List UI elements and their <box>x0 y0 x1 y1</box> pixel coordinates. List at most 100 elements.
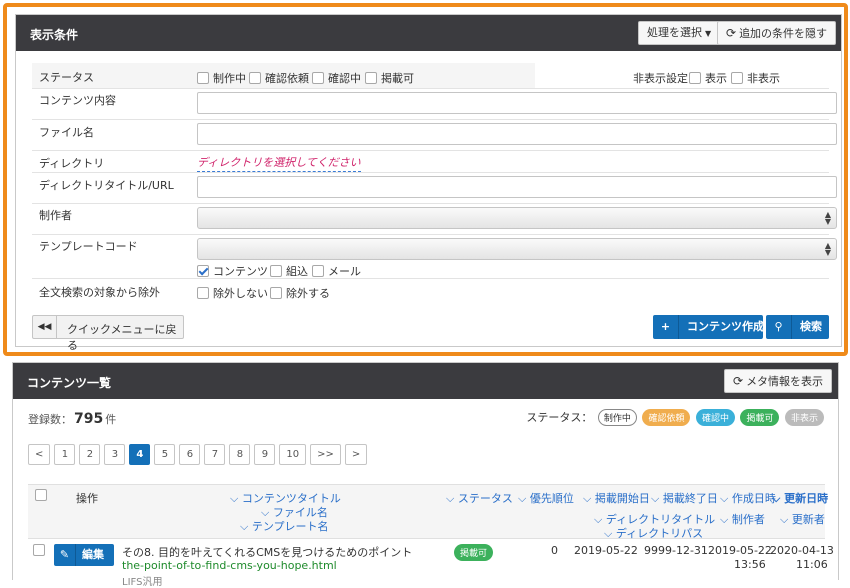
page-4-current[interactable]: 4 <box>129 444 151 465</box>
col-pub-end-sort[interactable]: ⌵ 掲載終了日 <box>651 490 718 506</box>
author-row: 制作者 ▲ ▼ <box>32 204 837 235</box>
checkbox[interactable] <box>312 265 324 277</box>
row-checkbox[interactable] <box>33 544 45 556</box>
row-created-time: 13:56 <box>734 558 766 571</box>
page-10[interactable]: 10 <box>279 444 307 465</box>
status-pill-producing: 制作中 <box>597 409 637 426</box>
status-pill-publishable: 掲載可 <box>740 409 780 426</box>
row-updated-date: 2020-04-13 <box>770 544 834 557</box>
status-pill-reviewing: 確認中 <box>695 409 735 426</box>
process-select-button[interactable]: 処理を選択 ▼ <box>638 21 721 45</box>
count-label: 登録数： <box>28 413 72 426</box>
page-7[interactable]: 7 <box>204 444 226 465</box>
checkbox[interactable] <box>270 265 282 277</box>
status-option-review-request[interactable]: 確認依頼 <box>249 70 309 86</box>
pencil-icon: ✎ <box>54 544 76 566</box>
edit-label: 編集 <box>82 548 104 561</box>
checkbox[interactable] <box>689 72 701 84</box>
directory-select-link[interactable]: ディレクトリを選択してください <box>197 154 361 172</box>
plus-icon: + <box>653 315 679 339</box>
row-created-date: 2019-05-22 <box>708 544 772 557</box>
row-title[interactable]: その8. 目的を叶えてくれるCMSを見つけるためのポイント <box>122 544 412 560</box>
content-row: コンテンツ内容 <box>32 89 837 120</box>
directory-title-input[interactable] <box>197 176 837 198</box>
template-option-embed[interactable]: 組込 <box>270 263 308 279</box>
search-panel-title: 表示条件 <box>30 28 79 42</box>
template-select[interactable]: ▲ ▼ <box>197 238 837 260</box>
col-updater-sort[interactable]: ⌵ 更新者 <box>780 511 825 527</box>
file-input[interactable] <box>197 123 837 145</box>
file-label: ファイル名 <box>39 126 94 139</box>
back-button-label: クイックメニューに戻る <box>67 323 177 352</box>
hidden-option-hide[interactable]: 非表示 <box>731 70 780 86</box>
caret-down-icon: ▼ <box>705 29 712 38</box>
page-5[interactable]: 5 <box>154 444 176 465</box>
template-option-mail[interactable]: メール <box>312 263 361 279</box>
count-value: 795 <box>74 411 104 427</box>
table-row: ✎ 編集 その8. 目的を叶えてくれるCMSを見つけるためのポイント the-po… <box>28 540 834 588</box>
back-to-quickmenu-button[interactable]: ◀◀ クイックメニューに戻る <box>32 315 184 352</box>
row-pub-start: 2019-05-22 <box>574 544 638 557</box>
directory-row: ディレクトリ ディレクトリを選択してください <box>32 151 829 173</box>
col-author-sort[interactable]: ⌵ 制作者 <box>720 511 765 527</box>
edit-button[interactable]: ✎ 編集 <box>54 544 114 566</box>
search-button[interactable]: ⚲ 検索 <box>766 315 829 339</box>
double-left-arrow-icon: ◀◀ <box>33 316 57 338</box>
fulltext-option-include[interactable]: 除外しない <box>197 285 268 301</box>
content-input[interactable] <box>197 92 837 114</box>
template-option-content[interactable]: コンテンツ <box>197 263 268 279</box>
checkbox[interactable] <box>731 72 743 84</box>
checkbox[interactable] <box>249 72 261 84</box>
status-row: ステータス 制作中 確認依頼 確認中 掲載可 非表示設定 表示 非表示 <box>32 63 829 89</box>
show-meta-button[interactable]: ⟳ メタ情報を表示 <box>724 369 833 393</box>
hidden-setting-label: 非表示設定 <box>633 72 688 85</box>
hide-conditions-label: 追加の条件を隠す <box>739 27 828 40</box>
directory-label: ディレクトリ <box>39 157 105 170</box>
col-priority-sort[interactable]: ⌵ 優先順位 <box>518 490 574 506</box>
col-updated-sort[interactable]: ⌵ 更新日時 <box>772 490 828 506</box>
col-status-sort[interactable]: ⌵ ステータス <box>446 490 513 506</box>
page-2[interactable]: 2 <box>79 444 101 465</box>
fulltext-option-exclude[interactable]: 除外する <box>270 285 330 301</box>
template-label: テンプレートコード <box>39 240 138 253</box>
page-3[interactable]: 3 <box>104 444 126 465</box>
status-option-producing[interactable]: 制作中 <box>197 70 246 86</box>
page-9[interactable]: 9 <box>254 444 276 465</box>
create-content-label: コンテンツ作成 <box>687 320 764 333</box>
checkbox[interactable] <box>312 72 324 84</box>
author-select[interactable]: ▲ ▼ <box>197 207 837 229</box>
select-arrows-icon: ▲ ▼ <box>824 210 831 226</box>
row-file[interactable]: the-point-of-to-find-cms-you-hope.html <box>122 559 337 572</box>
page-8[interactable]: 8 <box>229 444 251 465</box>
checkbox[interactable] <box>197 287 209 299</box>
checkbox-checked[interactable] <box>197 265 209 277</box>
select-arrows-icon: ▲ ▼ <box>824 241 831 257</box>
col-created-sort[interactable]: ⌵ 作成日時 <box>720 490 776 506</box>
col-pub-start-sort[interactable]: ⌵ 掲載開始日 <box>583 490 650 506</box>
row-updated-time: 11:06 <box>796 558 828 571</box>
checkbox[interactable] <box>270 287 282 299</box>
create-content-button[interactable]: + コンテンツ作成 <box>653 315 764 339</box>
hidden-option-show[interactable]: 表示 <box>689 70 727 86</box>
table-header: 操作 ⌵ コンテンツタイトル ⌵ ファイル名 ⌵ テンプレート名 ⌵ ステータス… <box>28 484 828 541</box>
refresh-icon: ⟳ <box>726 26 737 40</box>
checkbox[interactable] <box>197 72 209 84</box>
page-next-block[interactable]: >> <box>310 444 341 465</box>
col-template-sort[interactable]: ⌵ テンプレート名 <box>240 518 329 534</box>
search-icon: ⚲ <box>766 315 792 339</box>
status-legend-label: ステータス： <box>526 411 593 424</box>
hide-conditions-button[interactable]: ⟳ 追加の条件を隠す <box>717 21 837 45</box>
search-panel-frame: 表示条件 処理を選択 ▼ ⟳ 追加の条件を隠す ステータス 制作中 確認依頼 確認中… <box>3 3 848 356</box>
page-1[interactable]: 1 <box>54 444 76 465</box>
fulltext-row: 全文検索の対象から除外 除外しない 除外する <box>32 279 829 303</box>
select-all-checkbox[interactable] <box>35 489 47 501</box>
author-label: 制作者 <box>39 209 72 222</box>
checkbox[interactable] <box>365 72 377 84</box>
page-6[interactable]: 6 <box>179 444 201 465</box>
status-pill-hidden: 非表示 <box>784 409 824 426</box>
status-option-reviewing[interactable]: 確認中 <box>312 70 361 86</box>
page-prev[interactable]: < <box>28 444 51 465</box>
status-option-publishable[interactable]: 掲載可 <box>365 70 414 86</box>
col-dir-path-sort[interactable]: ⌵ ディレクトリパス <box>604 525 703 541</box>
page-next[interactable]: > <box>344 444 368 465</box>
